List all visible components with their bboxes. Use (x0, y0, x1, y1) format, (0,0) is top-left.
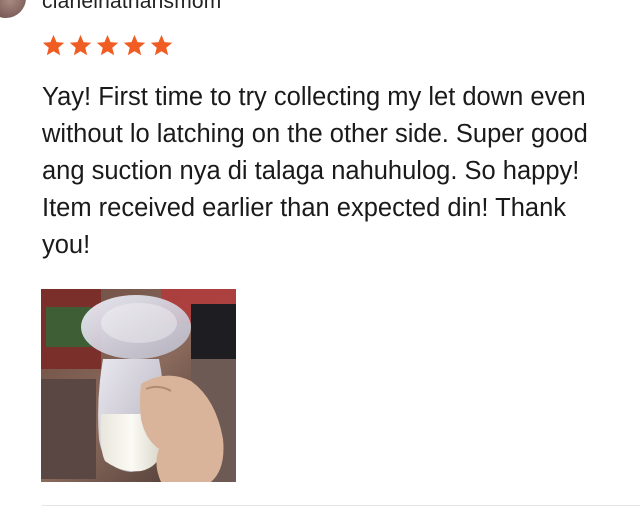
star-icon (96, 34, 119, 56)
star-icon (150, 34, 173, 56)
review-photo[interactable] (41, 289, 236, 482)
star-rating (41, 33, 174, 58)
star-icon (123, 34, 146, 56)
star-icon (69, 34, 92, 56)
reviewer-username: cianelnathansmom (42, 0, 222, 13)
review-text: Yay! First time to try collecting my let… (42, 83, 588, 259)
divider (42, 505, 640, 506)
avatar[interactable] (0, 0, 26, 18)
star-icon (42, 34, 65, 56)
review-item: cianelnathansmom Yay! First time to try … (0, 0, 640, 510)
